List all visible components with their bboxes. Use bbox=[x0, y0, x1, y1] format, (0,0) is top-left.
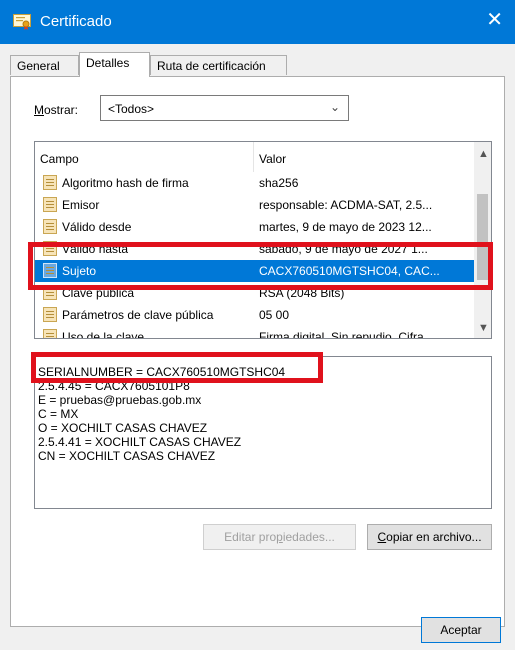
detail-line: 2.5.4.41 = XOCHILT CASAS CHAVEZ bbox=[38, 435, 242, 449]
column-divider[interactable] bbox=[253, 142, 254, 172]
field-value: sha256 bbox=[259, 176, 299, 190]
list-item[interactable]: Uso de la clave Firma digital, Sin repud… bbox=[35, 326, 475, 339]
list-item[interactable]: Algoritmo hash de firma sha256 bbox=[35, 172, 475, 194]
show-select-value: <Todos> bbox=[108, 102, 155, 116]
list-header: Campo Valor bbox=[35, 142, 475, 172]
field-name: Algoritmo hash de firma bbox=[62, 176, 189, 190]
title-bar: Certificado ✕ bbox=[0, 0, 515, 44]
highlight-box-serial bbox=[31, 352, 323, 383]
detail-line: CN = XOCHILT CASAS CHAVEZ bbox=[38, 449, 216, 463]
field-name: Válido desde bbox=[62, 220, 132, 234]
list-item[interactable]: Emisor responsable: ACDMA-SAT, 2.5... bbox=[35, 194, 475, 216]
list-item[interactable]: Parámetros de clave pública 05 00 bbox=[35, 304, 475, 326]
show-label: Mostrar: bbox=[34, 103, 79, 117]
list-item[interactable]: Válido desde martes, 9 de mayo de 2023 1… bbox=[35, 216, 475, 238]
column-header-value[interactable]: Valor bbox=[259, 152, 286, 166]
vertical-scrollbar[interactable]: ▲ ▼ bbox=[474, 142, 491, 338]
detail-line: C = MX bbox=[38, 407, 79, 421]
field-name: Uso de la clave bbox=[62, 330, 145, 339]
window-title: Certificado bbox=[40, 13, 112, 30]
field-value: Firma digital, Sin repudio, Cifra... bbox=[259, 330, 434, 339]
chevron-down-icon: ⌄ bbox=[329, 100, 340, 114]
tab-detalles[interactable]: Detalles bbox=[79, 52, 150, 77]
tab-ruta-certificacion[interactable]: Ruta de certificación bbox=[150, 55, 287, 75]
tab-general[interactable]: General bbox=[10, 55, 79, 75]
scroll-up-icon[interactable]: ▲ bbox=[478, 148, 489, 160]
highlight-box-selected-row bbox=[28, 242, 493, 290]
field-list[interactable]: Campo Valor Algoritmo hash de firma sha2… bbox=[34, 141, 492, 339]
field-icon bbox=[43, 329, 57, 338]
field-icon bbox=[43, 219, 57, 234]
field-icon bbox=[43, 197, 57, 212]
field-value: responsable: ACDMA-SAT, 2.5... bbox=[259, 198, 433, 212]
close-icon[interactable]: ✕ bbox=[486, 10, 503, 30]
field-name: Parámetros de clave pública bbox=[62, 308, 214, 322]
certificate-icon bbox=[13, 14, 31, 30]
field-value: martes, 9 de mayo de 2023 12... bbox=[259, 220, 432, 234]
field-value: 05 00 bbox=[259, 308, 290, 322]
detail-line: O = XOCHILT CASAS CHAVEZ bbox=[38, 421, 208, 435]
edit-properties-button[interactable]: Editar propiedades... bbox=[203, 524, 356, 550]
scroll-down-icon[interactable]: ▼ bbox=[478, 322, 489, 334]
field-icon bbox=[43, 307, 57, 322]
detail-line: E = pruebas@pruebas.gob.mx bbox=[38, 393, 202, 407]
copy-to-file-button[interactable]: Copiar en archivo... bbox=[367, 524, 492, 550]
ok-button[interactable]: Aceptar bbox=[421, 617, 501, 643]
field-icon bbox=[43, 175, 57, 190]
field-name: Emisor bbox=[62, 198, 100, 212]
show-select[interactable]: <Todos> ⌄ bbox=[100, 95, 349, 121]
column-header-field[interactable]: Campo bbox=[40, 152, 79, 166]
